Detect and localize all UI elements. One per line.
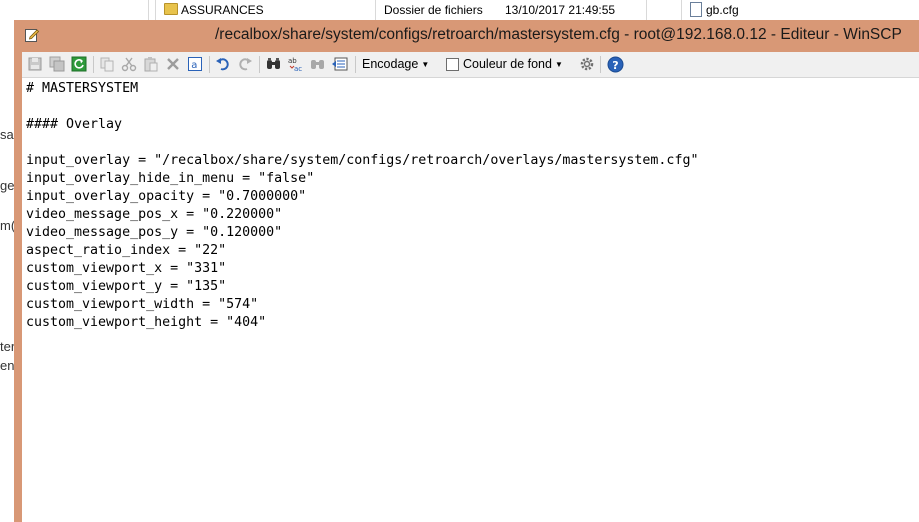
paste-icon[interactable] [142, 55, 160, 73]
toolbar: a ab ac Encodage ▼ Couleur de fond ▼ ? [22, 52, 919, 78]
undo-icon[interactable] [214, 55, 232, 73]
reload-icon[interactable] [70, 55, 88, 73]
toolbar-separator [600, 56, 601, 73]
editor-window: /recalbox/share/system/configs/retroarch… [14, 20, 919, 522]
background-color-checkbox[interactable] [446, 58, 459, 71]
folder-type: Dossier de fichiers [384, 3, 483, 17]
column-divider [148, 0, 149, 20]
file-icon [690, 2, 702, 17]
toolbar-separator [355, 56, 356, 73]
redo-icon[interactable] [236, 55, 254, 73]
dropdown-arrow-icon: ▼ [554, 60, 563, 69]
svg-text:ab: ab [288, 57, 297, 65]
code-line: input_overlay = "/recalbox/share/system/… [26, 153, 699, 168]
go-to-line-icon[interactable] [331, 55, 349, 73]
edit-icon [25, 29, 39, 42]
code-line: input_overlay_hide_in_menu = "false" [26, 171, 315, 186]
truncated-text: m( [0, 218, 16, 233]
svg-text:a: a [191, 60, 197, 71]
file-name[interactable]: gb.cfg [706, 0, 739, 20]
column-divider [681, 0, 682, 20]
save-all-icon[interactable] [48, 55, 66, 73]
background-color-dropdown[interactable]: Couleur de fond ▼ [463, 56, 563, 73]
save-icon[interactable] [26, 55, 44, 73]
folder-date: 13/10/2017 21:49:55 [505, 3, 616, 17]
background-color-label: Couleur de fond [463, 57, 552, 71]
code-line: custom_viewport_x = "331" [26, 261, 227, 276]
find-next-icon[interactable] [309, 55, 327, 73]
code-line: video_message_pos_y = "0.120000" [26, 225, 283, 240]
cut-icon[interactable] [120, 55, 138, 73]
svg-text:ac: ac [294, 65, 302, 73]
code-line: aspect_ratio_index = "22" [26, 243, 227, 258]
code-line: #### Overlay [26, 117, 123, 132]
column-divider [155, 0, 156, 20]
window-title: /recalbox/share/system/configs/retroarch… [215, 26, 902, 43]
code-line: custom_viewport_width = "574" [26, 297, 259, 312]
replace-icon[interactable]: ab ac [287, 55, 305, 73]
column-divider [646, 0, 647, 20]
folder-icon [164, 3, 178, 15]
title-bar[interactable]: /recalbox/share/system/configs/retroarch… [14, 20, 919, 52]
text-editor[interactable]: # MASTERSYSTEM #### Overlay input_overla… [22, 78, 919, 522]
encoding-label: Encodage [362, 57, 419, 71]
column-divider [375, 0, 376, 20]
truncated-text: en [0, 358, 15, 373]
toolbar-separator [209, 56, 210, 73]
code-line: custom_viewport_height = "404" [26, 315, 267, 330]
gear-icon[interactable] [578, 55, 596, 73]
toolbar-separator [259, 56, 260, 73]
encoding-dropdown[interactable]: Encodage ▼ [362, 56, 429, 73]
find-icon[interactable] [265, 55, 283, 73]
code-line: video_message_pos_x = "0.220000" [26, 207, 283, 222]
delete-icon[interactable] [164, 55, 182, 73]
truncated-text: ge [0, 178, 15, 193]
folder-name[interactable]: ASSURANCES [181, 0, 264, 20]
help-icon[interactable]: ? [606, 55, 624, 73]
code-line: input_overlay_opacity = "0.7000000" [26, 189, 307, 204]
svg-text:?: ? [612, 59, 618, 72]
select-all-icon[interactable]: a [186, 55, 204, 73]
toolbar-separator [93, 56, 94, 73]
copy-icon[interactable] [98, 55, 116, 73]
dropdown-arrow-icon: ▼ [421, 60, 430, 69]
code-line: # MASTERSYSTEM [26, 81, 139, 96]
code-line: custom_viewport_y = "135" [26, 279, 227, 294]
truncated-text: ter [0, 339, 16, 354]
